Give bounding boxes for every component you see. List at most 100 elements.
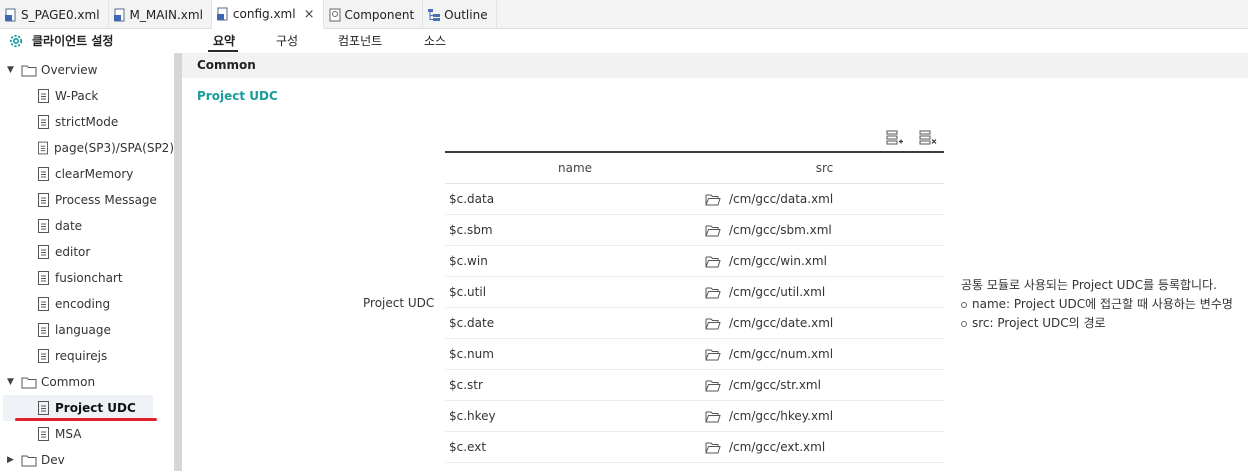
outline-icon [428,8,441,21]
tree-item[interactable]: encoding [0,291,174,317]
cell-src[interactable]: /cm/gcc/ext.xml [705,440,944,454]
cell-name[interactable]: $c.hkey [445,409,705,423]
tree-item[interactable]: editor [0,239,174,265]
table-row[interactable]: $c.date /cm/gcc/date.xml [445,308,944,339]
folder-open-icon[interactable] [705,317,721,330]
document-icon [38,89,49,103]
folder-open-icon[interactable] [705,410,721,423]
cell-src-text: /cm/gcc/util.xml [729,285,826,299]
document-icon [38,193,49,207]
document-icon [38,245,49,259]
folder-open-icon[interactable] [705,379,721,392]
cell-src[interactable]: /cm/gcc/sbm.xml [705,223,944,237]
table-row[interactable]: $c.ext /cm/gcc/ext.xml [445,432,944,463]
folder-icon [21,455,37,466]
document-icon [38,349,49,363]
page-title: 클라이언트 설정 [8,32,113,49]
tree-item[interactable]: strictMode [0,109,174,135]
tree-group-label: Common [41,375,96,389]
tree-item[interactable]: fusionchart [0,265,174,291]
cell-src[interactable]: /cm/gcc/win.xml [705,254,944,268]
editor-tab-component[interactable]: Component [324,0,424,29]
tab-source[interactable]: 소스 [424,32,446,49]
tree-item-label: MSA [55,427,82,441]
cell-src[interactable]: /cm/gcc/str.xml [705,378,944,392]
tree-item-label: date [55,219,83,233]
cell-name[interactable]: $c.num [445,347,705,361]
document-icon [38,297,49,311]
tab-summary[interactable]: 요약 [213,32,235,49]
table-row[interactable]: $c.util /cm/gcc/util.xml [445,277,944,308]
folder-open-icon[interactable] [705,255,721,268]
tab-component[interactable]: 컴포넌트 [338,32,382,49]
editor-tab-label: M_MAIN.xml [129,7,203,22]
tree-group-common[interactable]: ▼ Common [0,369,174,395]
xml-file-icon [113,8,125,21]
tree-item[interactable]: W-Pack [0,83,174,109]
cell-name[interactable]: $c.data [445,192,705,206]
tree-group-dev[interactable]: ▶ Dev [0,447,174,471]
section-title: Common [197,58,256,72]
settings-tree: ▼ Overview W-Pack strictMode page(SP3)/S… [0,53,174,471]
tree-item[interactable]: date [0,213,174,239]
folder-open-icon[interactable] [705,441,721,454]
editor-tab-m-main[interactable]: M_MAIN.xml [109,0,212,29]
editor-tab-bar: S_PAGE0.xml M_MAIN.xml config.xml × Comp… [0,0,1248,29]
sidebar-splitter[interactable] [174,53,182,471]
cell-name[interactable]: $c.sbm [445,223,705,237]
tree-item-label: page(SP3)/SPA(SP2) [53,141,174,155]
cell-name[interactable]: $c.win [445,254,705,268]
xml-file-icon [216,7,228,21]
tree-item[interactable]: language [0,317,174,343]
editor-tab-label: S_PAGE0.xml [21,7,100,22]
help-line: src: Project UDC의 경로 [961,314,1233,333]
tree-item-label: Project UDC [55,401,136,415]
cell-src[interactable]: /cm/gcc/date.xml [705,316,944,330]
table-row[interactable]: $c.hkey /cm/gcc/hkey.xml [445,401,944,432]
add-row-icon[interactable] [886,130,904,146]
tree-group-overview[interactable]: ▼ Overview [0,57,174,83]
folder-open-icon[interactable] [705,193,721,206]
column-header-name[interactable]: name [445,161,705,175]
folder-open-icon[interactable] [705,348,721,361]
tree-item-label: encoding [55,297,111,311]
cell-src-text: /cm/gcc/win.xml [729,254,827,268]
tree-item[interactable]: clearMemory [0,161,174,187]
delete-row-icon[interactable] [919,130,937,146]
tree-item[interactable]: Process Message [0,187,174,213]
cell-name[interactable]: $c.date [445,316,705,330]
document-icon [38,167,49,181]
cell-name[interactable]: $c.ext [445,440,705,454]
tab-configuration[interactable]: 구성 [276,32,298,49]
column-header-src[interactable]: src [705,161,944,175]
cell-src[interactable]: /cm/gcc/hkey.xml [705,409,944,423]
table-header: name src [445,151,944,184]
editor-tab-outline[interactable]: Outline [423,0,497,29]
table-row[interactable]: $c.str /cm/gcc/str.xml [445,370,944,401]
cell-name[interactable]: $c.util [445,285,705,299]
tree-group-label: Dev [41,453,65,467]
main-content: Common Project UDC Project UDC name src … [182,53,1248,471]
tree-item[interactable]: requirejs [0,343,174,369]
folder-open-icon[interactable] [705,224,721,237]
editor-tab-config[interactable]: config.xml × [211,0,324,29]
cell-src[interactable]: /cm/gcc/num.xml [705,347,944,361]
collapse-arrow-icon[interactable]: ▶ [7,455,17,465]
folder-open-icon[interactable] [705,286,721,299]
editor-tab-label: config.xml [232,7,296,21]
expand-arrow-icon[interactable]: ▼ [7,65,17,75]
table-row[interactable]: $c.num /cm/gcc/num.xml [445,339,944,370]
cell-src[interactable]: /cm/gcc/data.xml [705,192,944,206]
table-row[interactable]: $c.data /cm/gcc/data.xml [445,184,944,215]
table-row[interactable]: $c.sbm /cm/gcc/sbm.xml [445,215,944,246]
editor-tab-s-page0[interactable]: S_PAGE0.xml [0,0,109,29]
tree-item[interactable]: MSA [0,421,174,447]
cell-name[interactable]: $c.str [445,378,705,392]
cell-src[interactable]: /cm/gcc/util.xml [705,285,944,299]
close-icon[interactable]: × [304,7,315,22]
expand-arrow-icon[interactable]: ▼ [7,377,17,387]
tree-item[interactable]: page(SP3)/SPA(SP2) [0,135,174,161]
tree-item-label: Process Message [55,193,157,207]
table-row[interactable]: $c.win /cm/gcc/win.xml [445,246,944,277]
folder-icon [21,65,37,76]
